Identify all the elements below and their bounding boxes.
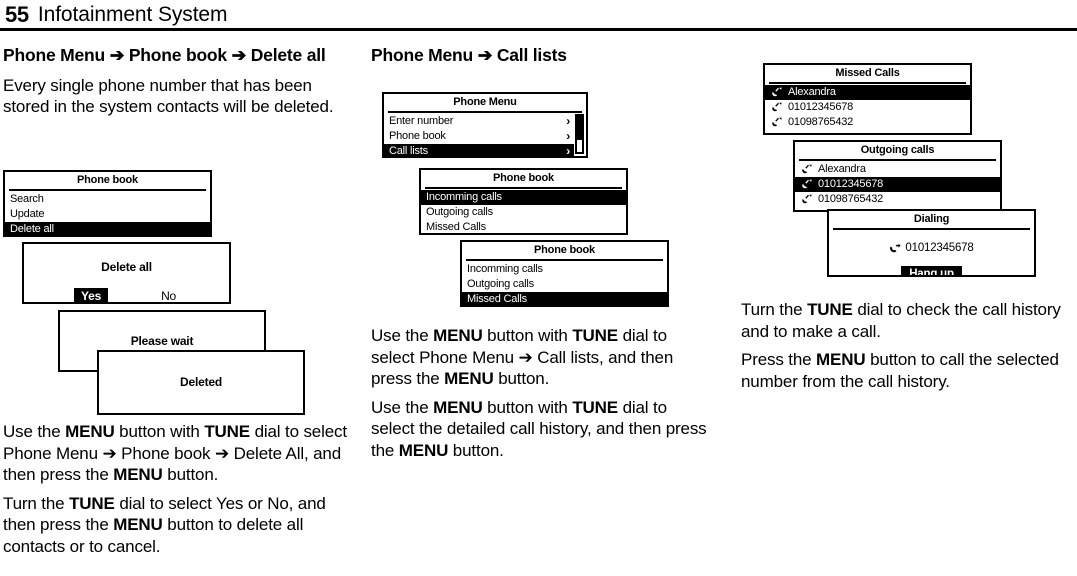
list-item-selected[interactable]: Incomming calls [421, 190, 626, 205]
dialog-deleted: Deleted [97, 350, 305, 415]
list-item-label: Incomming calls [426, 191, 502, 203]
screen-missed-calls: Missed Calls Alexandra 01012345678 01098… [763, 63, 972, 135]
left-paragraph-1: Use the MENU button with TUNE dial to se… [3, 422, 347, 484]
missed-call-icon [800, 179, 813, 191]
list-item-selected[interactable]: Call lists › [384, 144, 574, 158]
list-item-label: Alexandra [788, 86, 836, 98]
missed-call-icon [770, 102, 783, 114]
list-item[interactable]: Phone book › [384, 129, 574, 144]
list-item[interactable]: Missed Calls [421, 220, 626, 233]
missed-call-icon [800, 164, 813, 176]
page-number: 55 [5, 2, 29, 27]
header-divider [0, 28, 1077, 31]
hang-up-button-wrap: Hang up [829, 264, 1034, 275]
list-item-label: 01098765432 [788, 116, 854, 128]
screen-title: Phone book [425, 170, 622, 189]
right-instructions: Turn the TUNE dial to check the call his… [741, 299, 1077, 399]
middle-section-heading: Phone Menu ➔ Call lists [371, 45, 567, 65]
dialog-title: Please wait [130, 334, 194, 348]
screen-title: Phone Menu [388, 94, 582, 113]
screen-row-list: Enter number › Phone book › Call lists › [384, 113, 586, 158]
right-paragraph-1: Turn the TUNE dial to check the call his… [741, 300, 1061, 341]
yes-button[interactable]: Yes [74, 288, 109, 302]
left-instructions: Use the MENU button with TUNE dial to se… [3, 421, 348, 564]
list-item-label: Enter number [389, 115, 454, 127]
left-section-heading: Phone Menu ➔ Phone book ➔ Delete all [3, 45, 326, 65]
hang-up-button[interactable]: Hang up [901, 266, 962, 275]
list-item-label: Search [10, 193, 44, 205]
missed-call-icon [800, 194, 813, 206]
chevron-right-icon: › [566, 114, 570, 128]
screen-call-lists-missed: Phone book Incomming calls Outgoing call… [460, 240, 669, 307]
list-item[interactable]: Outgoing calls [462, 277, 667, 292]
list-item-label: Outgoing calls [426, 206, 493, 218]
screen-title: Dialing [833, 211, 1030, 230]
middle-paragraph-1: Use the MENU button with TUNE dial to se… [371, 326, 674, 388]
list-item-selected[interactable]: Delete all [5, 222, 210, 235]
dialog-title: Deleted [180, 375, 222, 389]
middle-paragraph-2: Use the MENU button with TUNE dial to se… [371, 397, 707, 460]
left-intro-paragraph: Every single phone number that has been … [3, 75, 334, 117]
screen-dialing: Dialing 01012345678 Hang up [827, 209, 1036, 277]
screen-row-list: Search Update Delete all [5, 191, 210, 235]
dialog-title: Delete all [101, 260, 152, 274]
right-paragraph-2: Press the MENU button to call the select… [741, 350, 1059, 391]
screen-outgoing-calls: Outgoing calls Alexandra 01012345678 010… [793, 140, 1002, 212]
scrollbar-thumb[interactable] [576, 139, 583, 153]
dialog-choices: Yes No [24, 288, 229, 302]
screen-title: Missed Calls [769, 65, 966, 84]
left-column: Phone Menu ➔ Phone book ➔ Delete all Eve… [3, 45, 348, 125]
dialog-delete-all: Delete all Yes No [22, 242, 231, 304]
screen-call-lists-incoming: Phone book Incomming calls Outgoing call… [419, 168, 628, 235]
screen-row-list: Incomming calls Outgoing calls Missed Ca… [462, 261, 667, 305]
scrollbar[interactable] [575, 114, 584, 154]
screen-phone-menu: Phone Menu Enter number › Phone book › C… [382, 92, 588, 158]
list-item-selected[interactable]: Missed Calls [462, 292, 667, 305]
list-item-selected[interactable]: Alexandra [765, 85, 970, 100]
left-paragraph-2: Turn the TUNE dial to select Yes or No, … [3, 493, 326, 556]
list-item-label: Missed Calls [467, 293, 527, 305]
list-item-label: Delete all [10, 223, 54, 235]
no-button[interactable]: No [154, 288, 183, 302]
page-header: 55 Infotainment System [0, 0, 1077, 27]
list-item-label: 01012345678 [818, 178, 884, 190]
list-item-selected[interactable]: 01012345678 [795, 177, 1000, 192]
chevron-right-icon: › [566, 129, 570, 143]
list-item-label: Update [10, 208, 45, 220]
dialing-number: 01012345678 [905, 242, 974, 254]
list-item[interactable]: Outgoing calls [421, 205, 626, 220]
screen-title: Outgoing calls [799, 142, 996, 161]
list-item[interactable]: Incomming calls [462, 262, 667, 277]
list-item-label: Missed Calls [426, 221, 486, 233]
screen-phone-book-delete: Phone book Search Update Delete all [3, 170, 212, 237]
list-item[interactable]: Alexandra [795, 162, 1000, 177]
dialing-number-row: 01012345678 [829, 241, 1034, 255]
missed-call-icon [770, 87, 783, 99]
list-item-label: Call lists [389, 145, 428, 157]
list-item[interactable]: 01012345678 [765, 100, 970, 115]
screen-row-list: Alexandra 01012345678 01098765432 [795, 161, 1000, 207]
list-item[interactable]: 01098765432 [765, 115, 970, 130]
outgoing-call-icon [889, 242, 902, 254]
screen-row-list: Alexandra 01012345678 01098765432 [765, 84, 970, 130]
middle-column: Phone Menu ➔ Call lists [371, 45, 711, 75]
list-item-label: 01012345678 [788, 101, 854, 113]
list-item-label: Phone book [389, 130, 446, 142]
screen-title: Phone book [466, 242, 663, 261]
list-item[interactable]: Search [5, 192, 210, 207]
list-item-label: Incomming calls [467, 263, 543, 275]
screen-row-list: Incomming calls Outgoing calls Missed Ca… [421, 189, 626, 233]
list-item-label: Outgoing calls [467, 278, 534, 290]
chevron-right-icon: › [566, 144, 570, 158]
list-item-label: 01098765432 [818, 193, 884, 205]
list-item[interactable]: Update [5, 207, 210, 222]
list-item[interactable]: Enter number › [384, 114, 574, 129]
screen-title: Phone book [9, 172, 206, 191]
missed-call-icon [770, 117, 783, 129]
list-item-label: Alexandra [818, 163, 866, 175]
page-title: Infotainment System [37, 3, 228, 26]
list-item[interactable]: 01098765432 [795, 192, 1000, 207]
middle-instructions: Use the MENU button with TUNE dial to se… [371, 325, 711, 468]
